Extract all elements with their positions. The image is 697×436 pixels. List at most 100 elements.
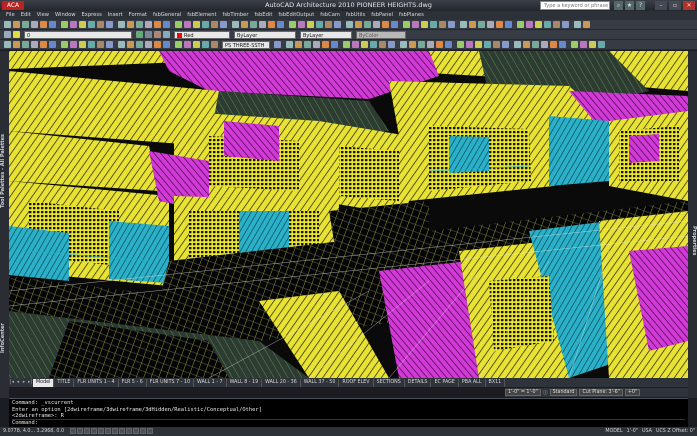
tool-icon[interactable] — [211, 41, 218, 48]
tool-icon[interactable] — [571, 41, 578, 48]
tab-sections[interactable]: SECTIONS — [374, 378, 405, 387]
tool-icon[interactable] — [70, 41, 77, 48]
tool-icon[interactable] — [259, 21, 266, 28]
drafting-setting-toggle[interactable] — [133, 428, 139, 434]
tool-icon[interactable] — [322, 41, 329, 48]
elevation-field[interactable]: +0" — [624, 389, 641, 396]
tool-icon[interactable] — [13, 21, 20, 28]
scale-readout[interactable]: 1'-0" — [627, 427, 638, 436]
tool-icon[interactable] — [400, 41, 407, 48]
tool-icon[interactable] — [211, 21, 218, 28]
menu-fsbelement[interactable]: fsbElement — [187, 11, 216, 20]
tab-model[interactable]: Model — [33, 378, 55, 387]
tool-icon[interactable] — [517, 21, 524, 28]
tool-icon[interactable] — [421, 21, 428, 28]
tool-icon[interactable] — [250, 21, 257, 28]
tab-wall-1-7[interactable]: WALL 1 - 7 — [194, 378, 227, 387]
drafting-setting-toggle[interactable] — [84, 428, 90, 434]
tool-icon[interactable] — [154, 41, 161, 48]
units-readout[interactable]: USA — [642, 427, 652, 436]
tool-icon[interactable] — [88, 21, 95, 28]
tool-icon[interactable] — [136, 21, 143, 28]
tool-icon[interactable] — [352, 41, 359, 48]
drafting-setting-toggle[interactable] — [126, 428, 132, 434]
tool-icon[interactable] — [544, 21, 551, 28]
view-dropdown[interactable]: PS THREE-SSTH — [222, 41, 270, 49]
tool-icon[interactable] — [298, 21, 305, 28]
menu-edit[interactable]: Edit — [21, 11, 31, 20]
tab-details[interactable]: DETAILS — [405, 378, 432, 387]
tool-icon[interactable] — [97, 21, 104, 28]
tool-icon[interactable] — [202, 41, 209, 48]
star-icon[interactable]: ★ — [625, 1, 634, 10]
drafting-setting-toggle[interactable] — [147, 428, 153, 434]
tool-icon[interactable] — [22, 41, 29, 48]
tool-icon[interactable] — [175, 21, 182, 28]
menu-format[interactable]: Format — [129, 11, 147, 20]
tab-wall-20-36[interactable]: WALL 20 - 36 — [262, 378, 301, 387]
tool-icon[interactable] — [136, 41, 143, 48]
tool-icon[interactable] — [334, 21, 341, 28]
tool-icon[interactable] — [145, 41, 152, 48]
tool-icon[interactable] — [127, 21, 134, 28]
tool-icon[interactable] — [553, 21, 560, 28]
tool-icon[interactable] — [241, 21, 248, 28]
tool-icon[interactable] — [436, 41, 443, 48]
drafting-setting-toggle[interactable] — [91, 428, 97, 434]
tool-palettes-label[interactable]: Tool Palettes - All Palettes — [0, 106, 9, 236]
tool-icon[interactable] — [4, 41, 11, 48]
display-configuration-dropdown[interactable]: Standard — [549, 389, 578, 396]
tool-icon[interactable] — [220, 21, 227, 28]
tool-icon[interactable] — [97, 41, 104, 48]
tool-icon[interactable] — [163, 21, 170, 28]
tool-icon[interactable] — [382, 21, 389, 28]
tool-icon[interactable] — [343, 41, 350, 48]
drawing-canvas[interactable] — [9, 51, 688, 378]
lightbulb-icon[interactable] — [13, 31, 20, 38]
tool-icon[interactable] — [418, 41, 425, 48]
binoculars-icon[interactable]: ⌕ — [614, 1, 623, 10]
tool-icon[interactable] — [193, 21, 200, 28]
annotation-scale-dropdown[interactable]: 1'-0" = 1'-0" — [505, 389, 541, 396]
tool-icon[interactable] — [502, 41, 509, 48]
model-space-toggle[interactable]: MODEL — [605, 427, 622, 436]
tool-icon[interactable] — [289, 21, 296, 28]
close-button[interactable]: ✕ — [683, 1, 695, 10]
menu-file[interactable]: File — [6, 11, 15, 20]
menu-fsbgeneral[interactable]: fsbGeneral — [153, 11, 181, 20]
tool-icon[interactable] — [550, 41, 557, 48]
tool-icon[interactable] — [70, 21, 77, 28]
menu-fsbeditoutput[interactable]: fsbEditOutput — [278, 11, 314, 20]
tool-icon[interactable] — [535, 21, 542, 28]
tool-icon[interactable] — [391, 21, 398, 28]
make-current-icon[interactable] — [136, 31, 143, 38]
tool-icon[interactable] — [580, 41, 587, 48]
tool-icon[interactable] — [475, 41, 482, 48]
tab-title[interactable]: TITLE — [54, 378, 75, 387]
tool-icon[interactable] — [409, 41, 416, 48]
tab-flr-5-6[interactable]: FLR 5 - 6 — [119, 378, 147, 387]
drafting-setting-toggle[interactable] — [105, 428, 111, 434]
lineweight-dropdown[interactable]: ByLayer — [300, 31, 352, 39]
layer-previous-icon[interactable] — [145, 31, 152, 38]
help-icon[interactable]: ? — [636, 1, 645, 10]
properties-label[interactable]: Properties — [688, 211, 697, 271]
minimize-button[interactable]: – — [655, 1, 667, 10]
tab-ec-page[interactable]: EC PAGE — [431, 378, 459, 387]
tool-icon[interactable] — [145, 21, 152, 28]
tool-icon[interactable] — [79, 21, 86, 28]
menu-insert[interactable]: Insert — [108, 11, 123, 20]
tab-bx11[interactable]: BX11 — [486, 378, 506, 387]
tool-icon[interactable] — [127, 41, 134, 48]
tool-icon[interactable] — [79, 41, 86, 48]
tool-icon[interactable] — [559, 41, 566, 48]
tool-icon[interactable] — [496, 21, 503, 28]
tool-icon[interactable] — [532, 41, 539, 48]
tool-icon[interactable] — [325, 21, 332, 28]
tool-icon[interactable] — [460, 21, 467, 28]
tool-icon[interactable] — [313, 41, 320, 48]
tool-icon[interactable] — [457, 41, 464, 48]
tab-roof-elev[interactable]: ROOF ELEV — [339, 378, 374, 387]
tool-icon[interactable] — [40, 41, 47, 48]
tool-icon[interactable] — [487, 21, 494, 28]
